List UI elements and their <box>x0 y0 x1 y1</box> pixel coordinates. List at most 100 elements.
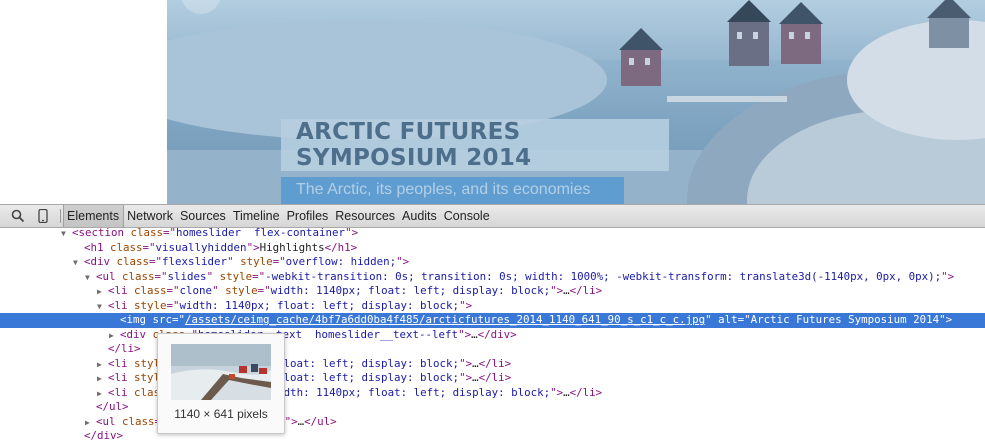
code-token: alt <box>718 313 738 326</box>
tab-elements[interactable]: Elements <box>63 205 125 227</box>
dom-node[interactable]: ▶<li class="clone" style="width: 1140px;… <box>0 284 985 299</box>
image-preview-tooltip: 1140 × 641 pixels <box>157 333 285 434</box>
dom-node[interactable]: <h1 class="visuallyhidden">Highlights</h… <box>0 241 985 256</box>
code-token: flexslider <box>162 255 228 268</box>
tab-console[interactable]: Console <box>441 205 494 227</box>
expand-arrow-icon[interactable]: ▶ <box>97 358 108 373</box>
code-token: <section <box>72 228 131 239</box>
dom-node[interactable]: ▼ <div class="flexslider" style="overflow… <box>0 255 985 270</box>
code-token: =" <box>154 269 168 283</box>
dom-node[interactable]: ▶<li style="width: 1140px; float: left; … <box>0 357 985 372</box>
tab-timeline[interactable]: Timeline <box>230 205 284 227</box>
code-token: "> <box>550 284 564 297</box>
dom-node[interactable]: ▶<ul class="flex-direction-nav">…</ul> <box>0 415 985 430</box>
hero-title: ARCTIC FUTURES SYMPOSIUM 2014 <box>296 119 532 171</box>
web-page-viewport: ARCTIC FUTURES SYMPOSIUM 2014 The Arctic… <box>0 0 985 204</box>
code-token: =" <box>163 228 177 239</box>
devtools-tabs: Elements Network Sources Timeline Profiles Re… <box>63 205 494 227</box>
code-token: <li <box>108 298 135 312</box>
code-token: </li> <box>108 342 141 355</box>
code-token: <li <box>108 385 135 399</box>
code-token: " <box>705 313 719 326</box>
tab-sources[interactable]: Sources <box>177 205 230 227</box>
code-token: <div <box>84 255 117 268</box>
arrow-spacer <box>97 343 108 358</box>
code-token: clone <box>179 284 213 297</box>
code-token: Arctic Futures Symposium 2014 <box>750 313 940 326</box>
code-token: </li> <box>478 356 512 370</box>
dom-node[interactable]: ▼ <ul class="slides" style="-webkit-trans… <box>0 270 985 285</box>
tab-resources[interactable]: Resources <box>332 205 399 227</box>
expand-arrow-icon[interactable]: ▶ <box>85 416 96 431</box>
code-token: " <box>227 255 241 268</box>
code-token: =" <box>257 284 271 297</box>
expand-arrow-icon[interactable]: ▶ <box>97 372 108 387</box>
code-token: =" <box>142 240 156 254</box>
expand-arrow-icon[interactable]: ▶ <box>97 387 108 402</box>
code-token: "> <box>939 313 953 326</box>
tab-profiles[interactable]: Profiles <box>284 205 333 227</box>
tab-network[interactable]: Network <box>124 205 177 227</box>
code-token: width: 1140px; float: left; display: blo… <box>270 385 551 399</box>
code-token: "> <box>345 228 359 239</box>
code-token: "> <box>459 371 473 384</box>
code-token: style <box>134 298 167 312</box>
collapse-arrow-icon[interactable]: ▼ <box>85 271 96 286</box>
code-token: -webkit-transition: 0s; transition: 0s; … <box>265 269 942 283</box>
dom-node[interactable]: </ul> <box>0 400 985 415</box>
code-token: <li <box>108 371 135 384</box>
collapse-arrow-icon[interactable]: ▼ <box>73 256 84 271</box>
code-token: =" <box>166 284 180 297</box>
code-token: style <box>240 255 273 268</box>
hero-subtitle: The Arctic, its peoples, and its economi… <box>296 181 591 198</box>
code-token: <li <box>108 284 135 297</box>
dom-node[interactable]: </li> <box>0 342 985 357</box>
code-token: "> <box>246 240 260 254</box>
code-token: slides <box>167 269 207 283</box>
dom-node[interactable]: ▼ <li style="width: 1140px; float: left; … <box>0 299 985 314</box>
hero-image <box>167 0 985 204</box>
devtools-panel: Elements Network Sources Timeline Profiles Re… <box>0 204 985 442</box>
image-dimensions: 1140 × 641 pixels <box>174 407 268 421</box>
dom-node[interactable]: ▶<div class="homeslider__text homeslider… <box>0 328 985 343</box>
code-token: </li> <box>478 371 512 384</box>
code-token: class <box>122 414 155 428</box>
search-icon[interactable] <box>11 209 25 223</box>
code-token: " <box>206 269 220 283</box>
devtools-toolbar: Elements Network Sources Timeline Profiles Re… <box>0 205 985 228</box>
collapse-arrow-icon[interactable]: ▼ <box>97 300 108 315</box>
code-token: <ul <box>96 269 123 283</box>
code-token: "> <box>459 298 473 312</box>
arrow-spacer <box>73 430 84 442</box>
dom-node[interactable]: </div> <box>0 429 985 442</box>
code-token: " <box>212 284 226 297</box>
dom-node[interactable]: ▶<li style="width: 1140px; float: left; … <box>0 371 985 386</box>
device-mode-icon[interactable] <box>36 209 50 223</box>
dom-node[interactable]: ▶<li class="clone" style="width: 1140px;… <box>0 386 985 401</box>
code-token: "> <box>459 356 473 370</box>
hero-subtitle-box[interactable]: The Arctic, its peoples, and its economi… <box>281 177 624 204</box>
code-token: </ul> <box>304 414 337 428</box>
img-src-link[interactable]: /assets/ceimg_cache/4bf7a6dd0ba4f485/arc… <box>185 313 705 326</box>
collapse-arrow-icon[interactable]: ▼ <box>61 228 72 242</box>
code-token: "> <box>396 255 410 268</box>
code-token: overflow: hidden; <box>285 255 397 268</box>
code-token: Highlights <box>259 240 325 254</box>
code-token: class <box>134 284 167 297</box>
code-token: "> <box>284 414 298 428</box>
code-token: visuallyhidden <box>155 240 247 254</box>
code-token: "> <box>550 385 564 399</box>
elements-dom-tree[interactable]: ▼ <section class="homeslider flex-contain… <box>0 228 985 442</box>
code-token: <h1 <box>84 240 111 254</box>
tab-audits[interactable]: Audits <box>399 205 441 227</box>
expand-arrow-icon[interactable]: ▶ <box>109 329 120 344</box>
code-token: </ul> <box>96 400 129 413</box>
expand-arrow-icon[interactable]: ▶ <box>97 285 108 300</box>
dom-node[interactable]: ▼ <section class="homeslider flex-contain… <box>0 228 985 241</box>
code-token: class <box>110 240 143 254</box>
code-token: class <box>122 269 155 283</box>
code-token: </li> <box>569 284 603 297</box>
code-token: </li> <box>569 385 603 399</box>
code-token: <ul <box>96 414 123 428</box>
dom-node-selected[interactable]: <img src="/assets/ceimg_cache/4bf7a6dd0b… <box>0 313 985 328</box>
